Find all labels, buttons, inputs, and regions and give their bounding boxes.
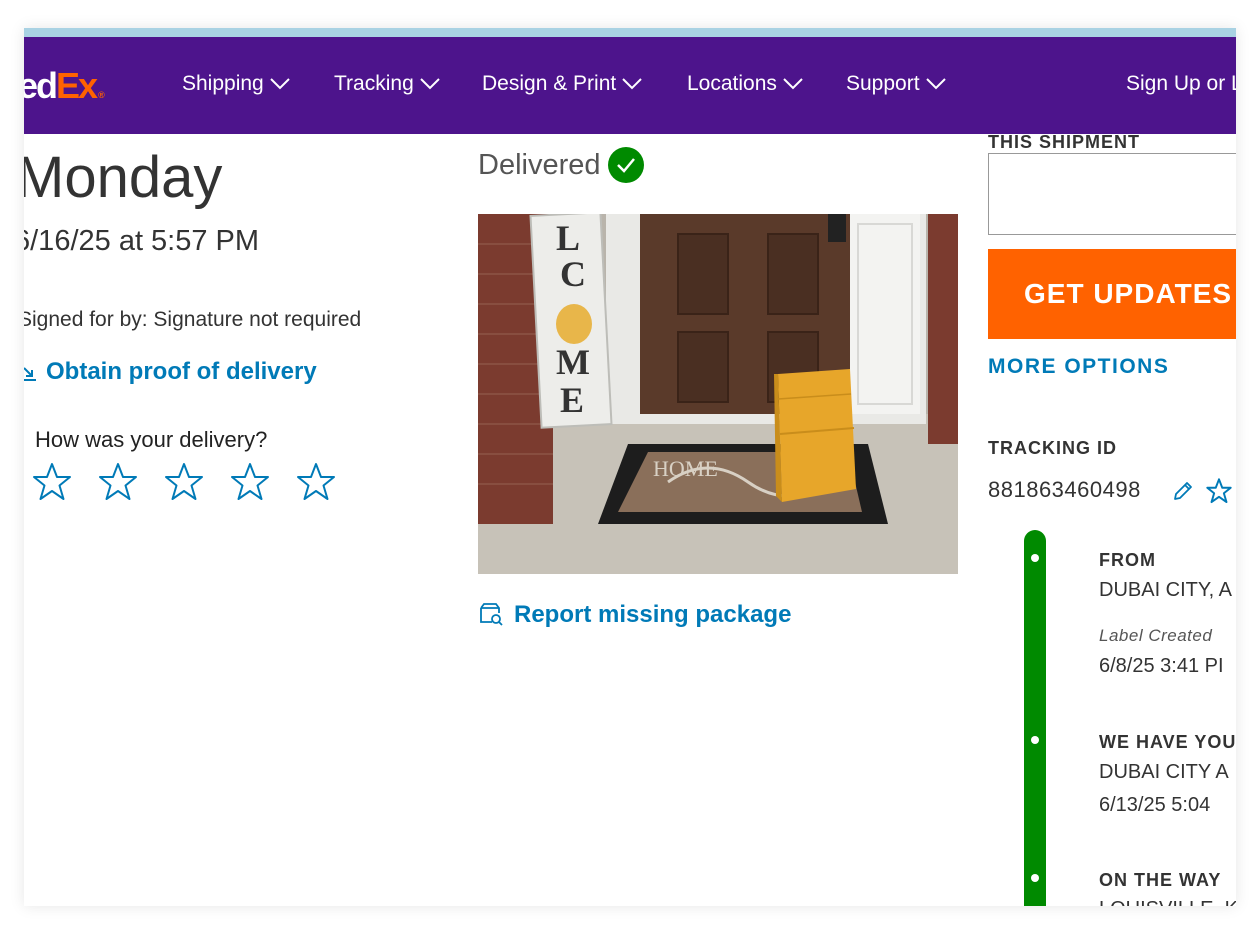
chevron-down-icon bbox=[925, 78, 946, 90]
signed-for-text: Signed for by: Signature not required bbox=[24, 308, 362, 331]
timeline-from-city: DUBAI CITY, A bbox=[1099, 579, 1233, 601]
nav-tracking[interactable]: Tracking bbox=[334, 72, 440, 96]
pencil-icon[interactable] bbox=[1171, 479, 1195, 503]
favorite-star-icon[interactable] bbox=[1206, 478, 1232, 504]
check-circle-icon bbox=[607, 147, 644, 183]
rating-star-4[interactable] bbox=[230, 462, 270, 502]
logo-ex: Ex bbox=[56, 65, 98, 106]
delivery-day: Monday bbox=[24, 145, 223, 210]
delivery-photo-image: L C M E HOME bbox=[478, 214, 958, 574]
svg-text:E: E bbox=[560, 380, 584, 420]
chevron-down-icon bbox=[622, 78, 642, 90]
timeline-have-city: DUBAI CITY A bbox=[1099, 761, 1229, 783]
rating-star-1[interactable] bbox=[32, 462, 72, 502]
timeline-label-created: Label Created bbox=[1099, 626, 1213, 645]
timeline-dot bbox=[1031, 874, 1039, 882]
nav-tracking-label: Tracking bbox=[334, 72, 414, 95]
logo-fed: Fed bbox=[24, 65, 58, 106]
nav-support[interactable]: Support bbox=[846, 72, 946, 96]
report-missing-link[interactable]: Report missing package bbox=[478, 601, 791, 629]
delivery-status: Delivered bbox=[478, 147, 644, 183]
rating-star-2[interactable] bbox=[98, 462, 138, 502]
shipment-timeline bbox=[1024, 530, 1046, 906]
delivery-status-label: Delivered bbox=[478, 148, 601, 181]
delivery-photo[interactable]: L C M E HOME bbox=[478, 214, 958, 574]
svg-text:L: L bbox=[556, 218, 580, 258]
svg-text:HOME: HOME bbox=[653, 456, 718, 481]
fedex-logo[interactable]: FedEx® bbox=[24, 65, 105, 107]
timeline-from-label: FROM bbox=[1099, 550, 1156, 570]
chevron-down-icon bbox=[783, 78, 803, 90]
tracking-id-label: TRACKING ID bbox=[988, 438, 1117, 458]
package-search-icon bbox=[480, 603, 503, 626]
get-updates-button[interactable]: GET UPDATES bbox=[988, 249, 1236, 339]
this-shipment-label: THIS SHIPMENT bbox=[988, 132, 1141, 152]
timeline-dot bbox=[1031, 554, 1039, 562]
timeline-have-time: 6/13/25 5:04 bbox=[1099, 794, 1211, 816]
main-navigation: FedEx® Shipping Tracking Design & Print … bbox=[24, 37, 1236, 134]
nav-design-print[interactable]: Design & Print bbox=[482, 72, 642, 96]
browser-viewport: FedEx® Shipping Tracking Design & Print … bbox=[24, 28, 1236, 906]
rating-question: How was your delivery? bbox=[35, 427, 268, 452]
report-missing-label: Report missing package bbox=[514, 601, 792, 628]
svg-text:M: M bbox=[556, 342, 590, 382]
timeline-created-time: 6/8/25 3:41 PI bbox=[1099, 655, 1224, 677]
timeline-have-label: WE HAVE YOU bbox=[1099, 732, 1236, 752]
chevron-down-icon bbox=[420, 78, 440, 90]
rating-star-5[interactable] bbox=[296, 462, 336, 502]
nav-design-print-label: Design & Print bbox=[482, 72, 617, 95]
delivery-datetime: 6/16/25 at 5:57 PM bbox=[24, 225, 260, 257]
obtain-proof-link[interactable]: Obtain proof of delivery bbox=[24, 358, 317, 386]
chevron-down-icon bbox=[270, 78, 290, 90]
logo-reg: ® bbox=[98, 90, 105, 100]
tracking-id-value: 881863460498 bbox=[988, 477, 1141, 502]
nav-locations[interactable]: Locations bbox=[687, 72, 803, 96]
top-accent-strip bbox=[24, 28, 1236, 37]
nav-shipping[interactable]: Shipping bbox=[182, 72, 290, 96]
sign-up-login-link[interactable]: Sign Up or L bbox=[1126, 72, 1236, 96]
obtain-proof-label: Obtain proof of delivery bbox=[46, 358, 317, 385]
more-options-link[interactable]: MORE OPTIONS bbox=[988, 355, 1169, 379]
timeline-way-label: ON THE WAY bbox=[1099, 870, 1222, 890]
download-icon bbox=[24, 367, 36, 381]
rating-star-3[interactable] bbox=[164, 462, 204, 502]
rating-stars bbox=[32, 462, 362, 502]
nav-support-label: Support bbox=[846, 72, 920, 95]
timeline-way-city: LOUISVILLE, K bbox=[1099, 898, 1236, 906]
email-input[interactable] bbox=[988, 153, 1236, 235]
timeline-dot bbox=[1031, 736, 1039, 744]
nav-shipping-label: Shipping bbox=[182, 72, 264, 95]
nav-locations-label: Locations bbox=[687, 72, 777, 95]
svg-text:C: C bbox=[560, 254, 586, 294]
